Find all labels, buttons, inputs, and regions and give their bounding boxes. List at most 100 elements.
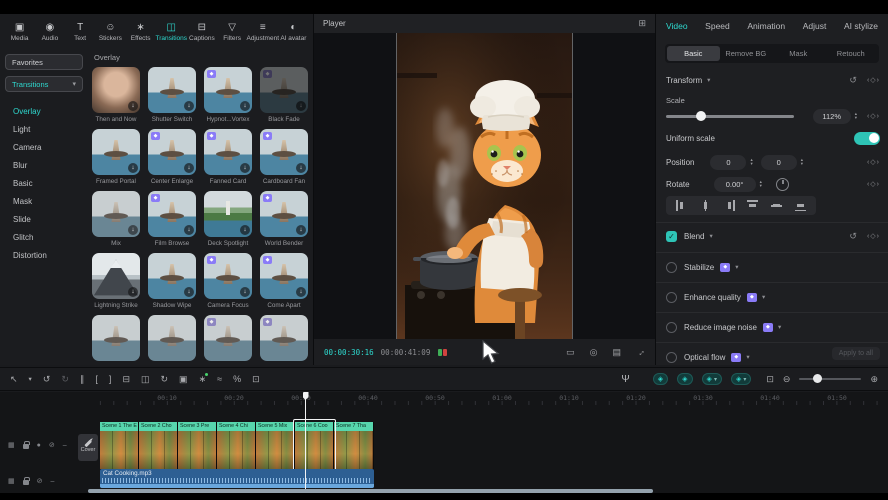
reduce-noise-checkbox[interactable] xyxy=(666,322,677,333)
trim-right-icon[interactable]: ] xyxy=(109,374,112,384)
transition-item[interactable]: ◆↓Come Apart xyxy=(260,253,308,309)
toolbar-ai-avatar[interactable]: ◐AI avatar xyxy=(279,22,308,42)
redo-icon[interactable]: ↻ xyxy=(61,374,69,385)
select-tool-caret-icon[interactable]: ▾ xyxy=(29,375,32,383)
keyframe-icon[interactable]: ‹◇› xyxy=(867,76,880,84)
favorites-button[interactable]: Favorites xyxy=(5,54,83,70)
lock-track-icon[interactable] xyxy=(23,480,29,485)
toolbar-transitions[interactable]: ◫Transitions xyxy=(156,22,186,42)
timeline-clip-selected[interactable]: Scene 6 Coo xyxy=(295,422,334,469)
preview-axis-icon[interactable]: ⊡ xyxy=(766,374,774,385)
align-left-icon[interactable] xyxy=(676,200,687,211)
transition-item[interactable]: ◆ xyxy=(260,315,308,361)
nav-light[interactable]: Light xyxy=(5,120,83,138)
blend-checkbox[interactable]: ✓ xyxy=(666,231,677,242)
nav-overlay[interactable]: Overlay xyxy=(5,102,83,120)
transition-item[interactable]: ↓Shadow Wipe xyxy=(148,253,196,309)
keyframe-toggle-2[interactable]: ◈ xyxy=(677,373,692,385)
timeline-clip[interactable]: Scene 4 Chi xyxy=(217,422,256,469)
subtab-basic[interactable]: Basic xyxy=(667,46,720,61)
tab-ai-stylize[interactable]: AI stylize xyxy=(844,21,878,31)
transition-item[interactable]: ◆↓Black Fade xyxy=(260,67,308,123)
transition-item[interactable]: ◆↓Film Browse xyxy=(148,191,196,247)
audio-clip[interactable]: Cat Cooking.mp3 xyxy=(100,469,374,488)
align-right-icon[interactable] xyxy=(724,200,735,211)
nav-camera[interactable]: Camera xyxy=(5,138,83,156)
apply-to-all-button[interactable]: Apply to all xyxy=(832,347,880,360)
toolbar-effects[interactable]: ∗Effects xyxy=(126,22,155,42)
transition-item[interactable]: ◆↓Fanned Card xyxy=(204,129,252,185)
optical-flow-checkbox[interactable] xyxy=(666,352,677,363)
lock-track-icon[interactable] xyxy=(23,444,29,449)
chevron-down-icon[interactable]: ▾ xyxy=(707,76,710,84)
transition-item[interactable]: ◆ xyxy=(204,315,252,361)
toolbar-filters[interactable]: ▽Filters xyxy=(218,22,247,42)
scale-stepper[interactable]: ▴▾ xyxy=(855,112,857,120)
transition-item[interactable] xyxy=(92,315,140,361)
keyframe-toggle-4[interactable]: ◈▾ xyxy=(731,373,751,385)
scale-slider[interactable] xyxy=(666,115,794,118)
transition-item[interactable]: ◆↓Center Enlarge xyxy=(148,129,196,185)
chevron-down-icon[interactable]: ▾ xyxy=(709,232,712,240)
toolbar-stickers[interactable]: ☺Stickers xyxy=(96,22,125,42)
subtab-mask[interactable]: Mask xyxy=(772,46,825,61)
transition-item[interactable]: ◆↓Camera Focus xyxy=(204,253,252,309)
focus-icon[interactable]: ◎ xyxy=(590,347,598,358)
transition-item[interactable]: ↓Then and Now xyxy=(92,67,140,123)
monitor-icon[interactable]: ⊡ xyxy=(252,374,260,385)
playhead[interactable] xyxy=(305,392,306,489)
collapse-track-icon[interactable]: – xyxy=(51,478,55,485)
nav-distortion[interactable]: Distortion xyxy=(5,246,83,264)
timeline-scrollbar[interactable] xyxy=(88,489,653,493)
transition-item[interactable]: ◆↓Cardboard Fan xyxy=(260,129,308,185)
subtab-remove-bg[interactable]: Remove BG xyxy=(720,46,773,61)
transition-item[interactable]: ↓Mix xyxy=(92,191,140,247)
timeline-zoom-slider[interactable] xyxy=(799,378,861,381)
position-y-stepper[interactable]: ▴▾ xyxy=(801,158,803,166)
align-v-center-icon[interactable] xyxy=(771,200,782,211)
tab-adjust[interactable]: Adjust xyxy=(803,21,827,31)
ratio-icon[interactable]: ▭ xyxy=(566,347,575,358)
timeline-clip[interactable]: Scene 1 The E xyxy=(100,422,139,469)
timeline-zoom-knob[interactable] xyxy=(813,374,822,383)
mute-track-icon[interactable]: ⊘ xyxy=(37,477,43,485)
keyframe-icon[interactable]: ‹◇› xyxy=(867,180,880,188)
position-y-value[interactable]: 0 xyxy=(761,155,797,170)
delete-icon[interactable]: ⊟ xyxy=(122,374,130,385)
transition-item[interactable]: ↓Lightning Strike xyxy=(92,253,140,309)
nav-blur[interactable]: Blur xyxy=(5,156,83,174)
enhance-quality-checkbox[interactable] xyxy=(666,292,677,303)
rotate-icon[interactable]: ↻ xyxy=(161,374,169,385)
reset-icon[interactable]: ↺ xyxy=(849,231,857,242)
toolbar-text[interactable]: TText xyxy=(66,22,95,42)
rotate-dial[interactable] xyxy=(776,178,789,191)
uniform-scale-toggle[interactable] xyxy=(854,132,880,145)
keyframe-icon[interactable]: ‹◇› xyxy=(867,158,880,166)
timeline-clip[interactable]: Scene 7 Tha xyxy=(334,422,374,469)
fullscreen-icon[interactable]: ↔ xyxy=(634,345,647,358)
hide-track-icon[interactable]: ● xyxy=(37,442,41,449)
keyframe-icon[interactable]: ‹◇› xyxy=(867,232,880,240)
align-top-icon[interactable] xyxy=(747,200,758,211)
keyframe-toggle-3[interactable]: ◈▾ xyxy=(702,373,722,385)
chevron-down-icon[interactable]: ▾ xyxy=(762,293,765,301)
undo-icon[interactable]: ↺ xyxy=(43,374,51,385)
reset-icon[interactable]: ↺ xyxy=(849,75,857,86)
subtab-retouch[interactable]: Retouch xyxy=(825,46,878,61)
align-bottom-icon[interactable] xyxy=(795,200,806,211)
stabilize-checkbox[interactable] xyxy=(666,262,677,273)
zoom-out-icon[interactable]: ⊖ xyxy=(783,374,791,385)
scale-value[interactable]: 112% xyxy=(813,109,851,124)
category-dropdown[interactable]: Transitions▾ xyxy=(5,76,83,92)
timeline-clip[interactable]: Scene 5 Mix xyxy=(256,422,295,469)
timeline-clip[interactable]: Scene 3 Pre xyxy=(178,422,217,469)
transition-item[interactable] xyxy=(148,315,196,361)
toolbar-captions[interactable]: ⊟Captions xyxy=(187,22,216,42)
chevron-down-icon[interactable]: ▾ xyxy=(778,323,781,331)
trim-left-icon[interactable]: [ xyxy=(95,374,98,384)
cover-button[interactable]: Cover xyxy=(78,434,98,461)
position-x-value[interactable]: 0 xyxy=(710,155,746,170)
transition-item[interactable]: ↓Shutter Switch xyxy=(148,67,196,123)
toolbar-audio[interactable]: ◉Audio xyxy=(35,22,64,42)
split-icon[interactable]: ∥ xyxy=(80,374,85,385)
